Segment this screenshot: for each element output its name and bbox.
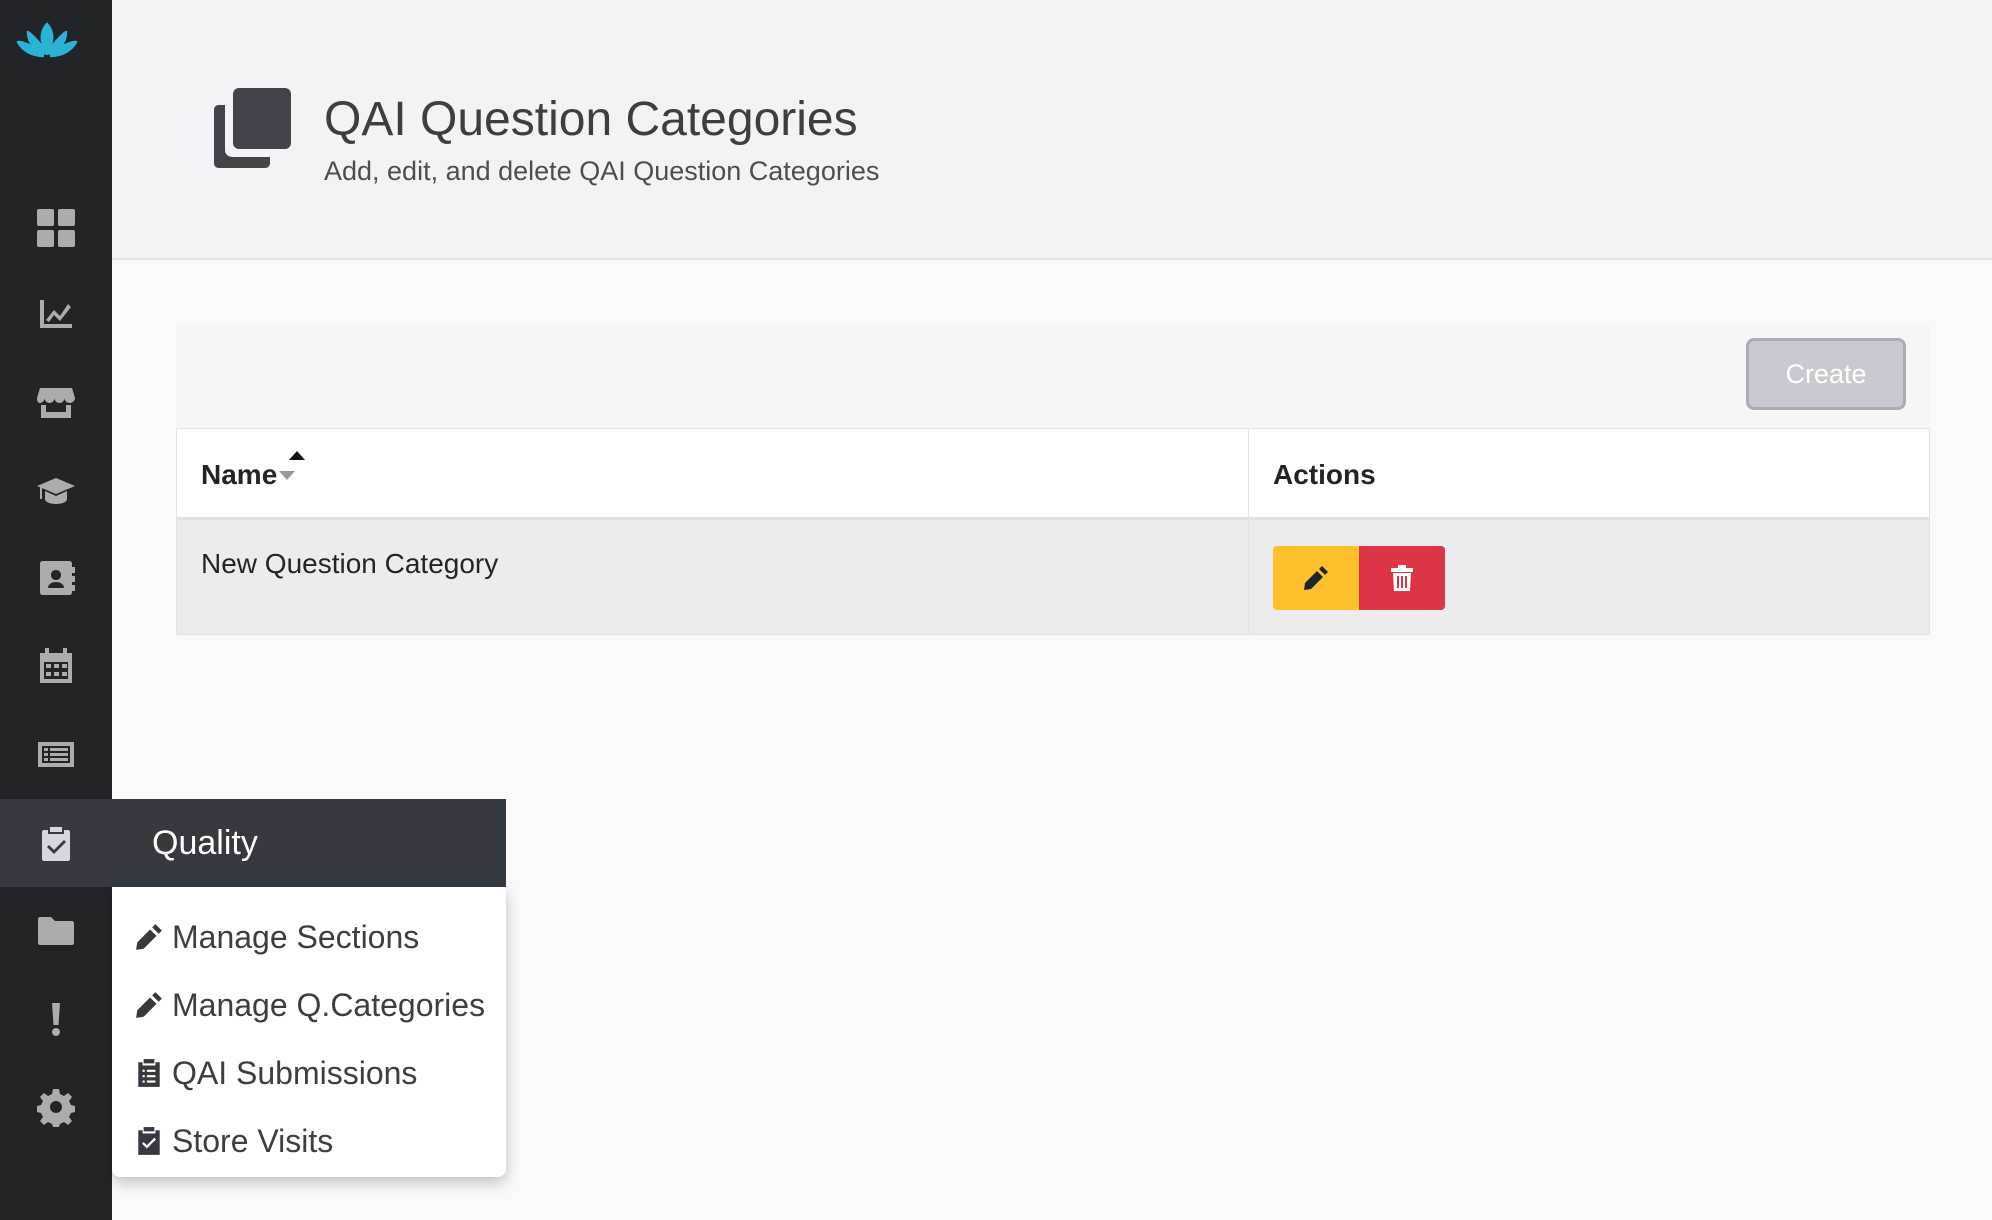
menu-item-qai-submissions[interactable]: QAI Submissions	[134, 1043, 417, 1103]
list-alt-icon	[38, 742, 74, 767]
folder-icon	[38, 917, 74, 945]
table-toolbar: Create	[176, 324, 1930, 428]
sidebar-item-analytics[interactable]	[0, 270, 112, 358]
actions-cell	[1248, 518, 1930, 635]
column-header-actions: Actions	[1248, 428, 1930, 520]
sidebar-item-settings[interactable]	[0, 1063, 112, 1151]
sidebar-item-reports[interactable]	[0, 710, 112, 798]
store-icon	[37, 388, 75, 418]
sidebar-item-dashboard[interactable]	[0, 184, 112, 272]
sidebar	[0, 0, 112, 1220]
sort-icon[interactable]	[277, 451, 306, 489]
trash-icon	[1391, 565, 1413, 591]
table-row: New Question Category	[176, 518, 1930, 635]
sidebar-item-training[interactable]	[0, 446, 112, 534]
sidebar-item-quality[interactable]	[0, 799, 112, 887]
exclamation-icon	[52, 1003, 60, 1036]
edit-button[interactable]	[1273, 546, 1359, 610]
page-title: QAI Question Categories	[324, 93, 858, 146]
pencil-icon	[136, 924, 162, 950]
cog-icon	[37, 1089, 75, 1127]
table-header-row: Name Actions	[176, 428, 1930, 520]
chart-line-icon	[40, 300, 72, 328]
pencil-icon	[1304, 566, 1328, 590]
clipboard-check-icon	[42, 827, 70, 861]
page-subtitle: Add, edit, and delete QAI Question Categ…	[324, 156, 880, 186]
graduation-cap-icon	[37, 478, 75, 504]
calendar-icon	[40, 648, 72, 683]
sidebar-item-calendar[interactable]	[0, 622, 112, 710]
menu-item-label: Manage Q.Categories	[172, 986, 486, 1023]
address-book-icon	[40, 561, 75, 595]
clipboard-check-icon	[138, 1127, 160, 1155]
category-name-cell: New Question Category	[176, 518, 1249, 635]
create-button[interactable]: Create	[1746, 338, 1906, 410]
lotus-logo[interactable]	[14, 18, 80, 62]
column-header-name[interactable]: Name	[176, 428, 1249, 520]
menu-item-label: QAI Submissions	[172, 1054, 418, 1091]
quality-menu-title[interactable]: Quality	[112, 799, 506, 887]
th-large-icon	[37, 209, 75, 247]
delete-button[interactable]	[1359, 546, 1445, 610]
clipboard-list-icon	[138, 1059, 160, 1087]
sidebar-item-alerts[interactable]	[0, 975, 112, 1063]
sidebar-item-stores[interactable]	[0, 358, 112, 446]
column-header-label: Name	[201, 459, 278, 490]
menu-item-store-visits[interactable]: Store Visits	[134, 1111, 333, 1171]
pencil-icon	[136, 992, 162, 1018]
categories-table: Name Actions New Question Category	[176, 428, 1930, 635]
page-header: QAI Question Categories Add, edit, and d…	[112, 0, 1992, 260]
row-actions	[1273, 546, 1905, 610]
menu-item-label: Manage Sections	[172, 918, 420, 955]
clone-icon	[206, 86, 296, 176]
quality-submenu: Manage Sections Manage Q.Categories QAI …	[112, 887, 506, 1177]
menu-item-manage-sections[interactable]: Manage Sections	[134, 907, 419, 967]
menu-item-label: Store Visits	[172, 1122, 334, 1159]
menu-item-manage-q-categories[interactable]: Manage Q.Categories	[134, 975, 485, 1035]
sidebar-item-contacts[interactable]	[0, 534, 112, 622]
sidebar-item-files[interactable]	[0, 887, 112, 975]
